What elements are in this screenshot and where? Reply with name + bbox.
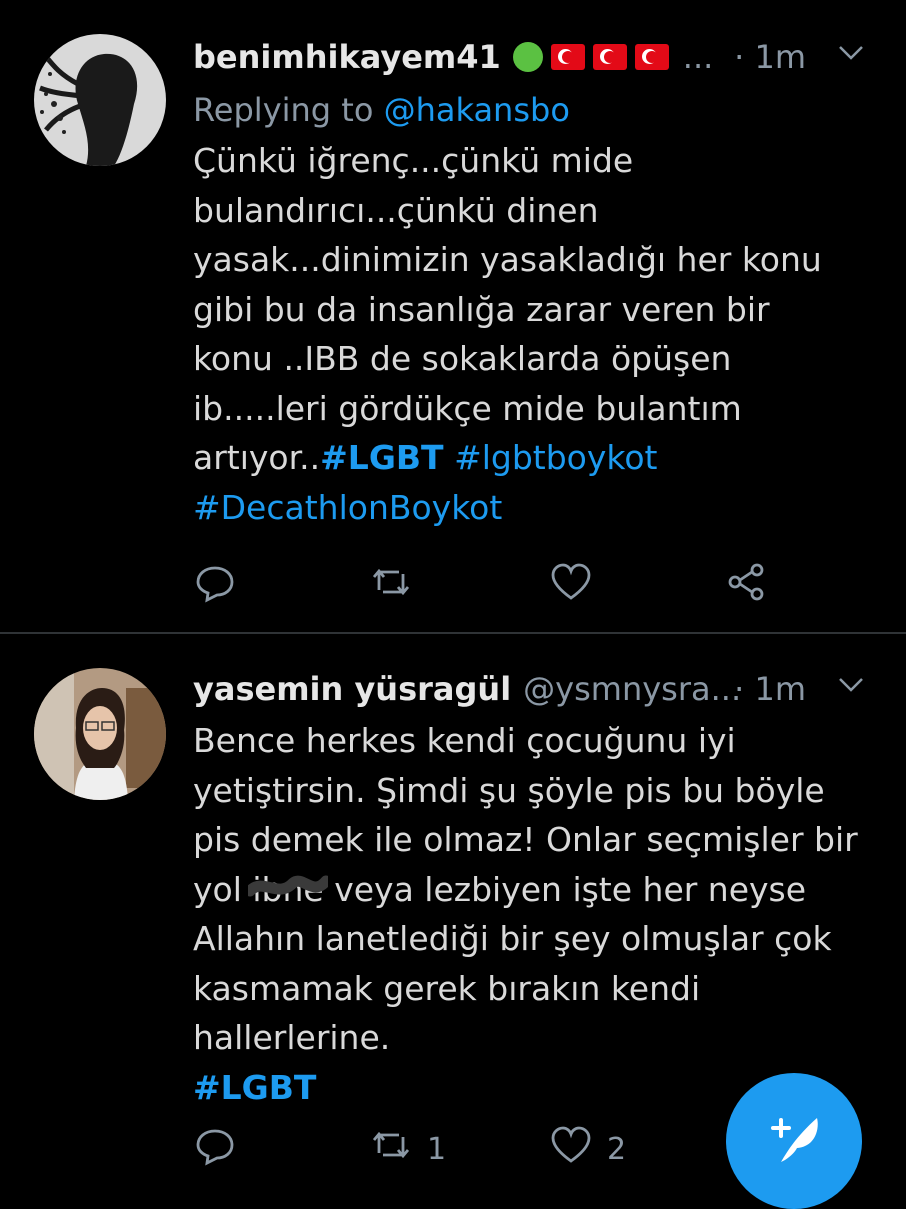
text-line: yasak...dinimizin yasakladığı her konu <box>193 240 822 279</box>
truncation: ... <box>682 38 714 76</box>
reply-icon <box>193 560 237 612</box>
share-icon <box>725 560 769 612</box>
display-name[interactable]: yasemin yüsragül <box>193 670 511 708</box>
turkey-flag-icon <box>634 44 669 70</box>
text-fragment: veya lezbiyen işte her neyse <box>323 869 807 909</box>
hashtag-link[interactable]: #DecathlonBoykot <box>193 488 502 527</box>
text-line: yetiştirsin. Şimdi şu şöyle pis bu böyle <box>193 770 825 810</box>
green-circle-icon <box>512 42 543 72</box>
text-line: artıyor..#LGBT #lgbtboykot <box>193 433 866 483</box>
tweet-text: Çünkü iğrenç...çünkü mide bulandırıcı...… <box>193 136 866 532</box>
text-line: ib.....leri gördükçe mide bulantım <box>193 388 742 428</box>
text-line: yol ibne veya lezbiyen işte her neyse <box>193 865 866 915</box>
avatar[interactable] <box>34 668 166 800</box>
tweet-header: benimhikayem41 ... · 1m <box>193 30 866 84</box>
text-line: konu ..IBB de sokaklarda öpüşen <box>193 339 732 378</box>
compose-tweet-button[interactable] <box>726 1073 862 1209</box>
display-name[interactable]: benimhikayem41 <box>193 38 501 76</box>
turkey-flag-icon <box>592 44 627 70</box>
compose-icon <box>759 1104 829 1178</box>
like-count: 2 <box>607 1131 627 1167</box>
tweet[interactable]: benimhikayem41 ... · 1m Replying to @hak… <box>0 0 906 632</box>
like-icon <box>549 1123 593 1175</box>
user-handle[interactable]: @ysmnysra... <box>523 670 741 708</box>
hashtag-link[interactable]: #lgbtboykot <box>454 438 657 477</box>
text-line: pis demek ile olmaz! Onlar seçmişler bir <box>193 820 858 859</box>
like-icon <box>549 560 593 612</box>
text-line: kasmamak gerek bırakın kendi <box>193 968 701 1008</box>
retweet-button[interactable]: 1 <box>369 1123 446 1175</box>
text-line: Bence herkes kendi çocuğunu iyi <box>193 721 736 760</box>
text-line: Çünkü iğrenç...çünkü mide <box>193 141 634 180</box>
timestamp[interactable]: · 1m <box>734 670 806 708</box>
scribbled-word: ibne <box>248 865 329 915</box>
reply-icon <box>193 1123 237 1175</box>
hashtag-link[interactable]: #LGBT <box>193 1068 316 1107</box>
retweet-icon <box>369 1123 413 1175</box>
reply-button[interactable] <box>193 1123 237 1175</box>
retweet-icon <box>369 560 413 612</box>
text-line: #DecathlonBoykot <box>193 483 866 533</box>
chevron-down-icon[interactable] <box>836 670 866 700</box>
tweet-text: Bence herkes kendi çocuğunu iyi yetiştir… <box>193 716 866 1112</box>
hashtag-link[interactable]: #LGBT <box>320 438 443 477</box>
like-button[interactable]: 2 <box>549 1123 626 1175</box>
turkey-flag-icon <box>550 44 585 70</box>
like-button[interactable] <box>549 560 593 612</box>
mention-link[interactable]: @hakansbo <box>384 91 570 129</box>
avatar[interactable] <box>34 34 166 166</box>
retweet-count: 1 <box>427 1131 447 1167</box>
text-line: gibi bu da insanlığa zarar veren bir <box>193 289 770 329</box>
reply-button[interactable] <box>193 560 237 612</box>
text-line: Allahın lanetlediği bir şey olmuşlar çok <box>193 919 832 958</box>
text-fragment: artıyor.. <box>193 438 321 477</box>
text-fragment: yol <box>193 869 253 909</box>
replying-to: Replying to @hakansbo <box>193 84 866 136</box>
replying-prefix: Replying to <box>193 91 374 129</box>
timestamp[interactable]: · 1m <box>734 38 806 76</box>
retweet-button[interactable] <box>369 560 413 612</box>
chevron-down-icon[interactable] <box>836 38 866 68</box>
share-button[interactable] <box>725 560 769 612</box>
text-line: bulandırıcı...çünkü dinen <box>193 190 599 230</box>
tweet-actions <box>193 560 866 610</box>
text-line: hallerlerine. <box>193 1018 391 1057</box>
tweet-header: yasemin yüsragül @ysmnysra... · 1m <box>193 662 866 716</box>
